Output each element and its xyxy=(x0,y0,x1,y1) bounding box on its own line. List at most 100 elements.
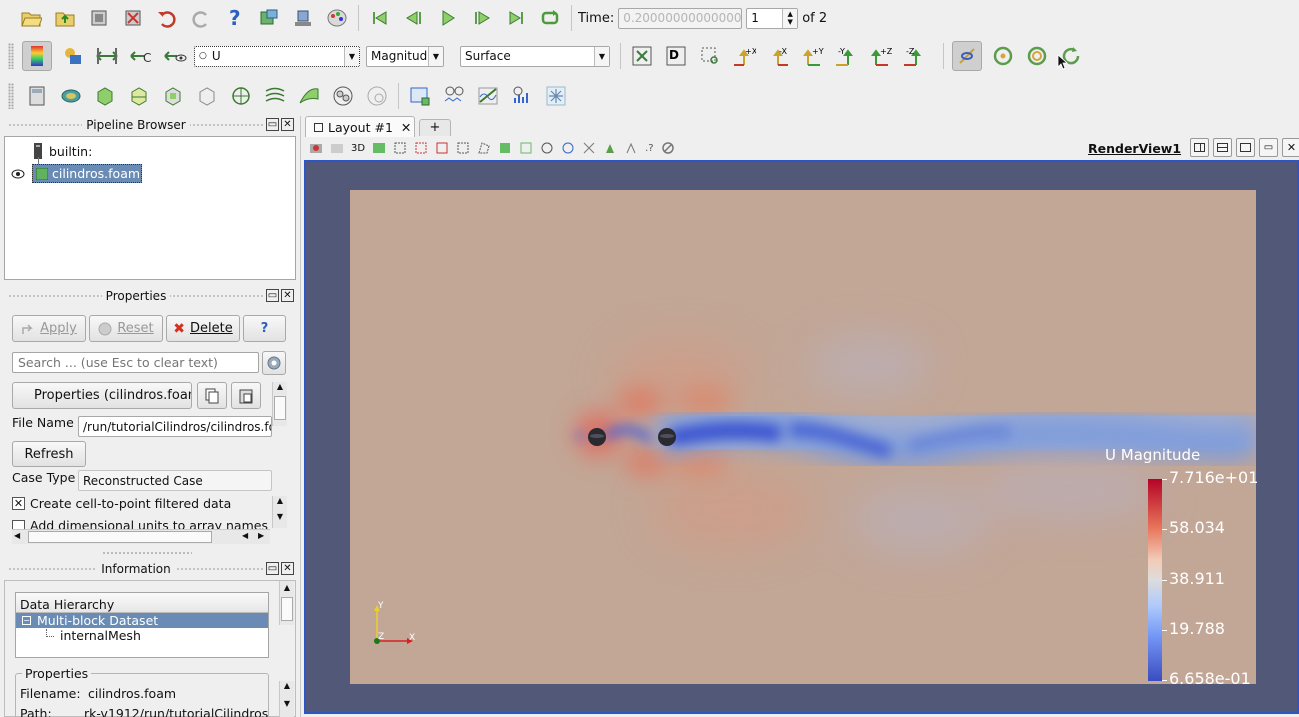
component-select[interactable]: Magnitude ▼ xyxy=(366,45,444,67)
group-datasets-icon[interactable] xyxy=(330,83,356,109)
delete-button[interactable]: ✖ Delete xyxy=(166,315,240,342)
scroll-up-icon[interactable]: ▲ xyxy=(280,583,294,597)
zoom-to-data-icon[interactable]: D xyxy=(663,43,689,69)
stream-tracer-icon[interactable] xyxy=(262,83,288,109)
toggle-colorbar-icon[interactable] xyxy=(22,41,52,71)
close-panel-icon[interactable]: ✕ xyxy=(281,289,294,302)
contour-icon[interactable] xyxy=(58,83,84,109)
copy-properties-icon[interactable] xyxy=(197,382,227,409)
capture-preview-icon[interactable] xyxy=(330,141,344,155)
restore-view-button[interactable]: ▭ xyxy=(1259,138,1278,157)
previous-frame-icon[interactable] xyxy=(401,5,427,31)
palette-icon[interactable] xyxy=(324,5,350,31)
connect-icon[interactable] xyxy=(86,5,112,31)
rescale-range-icon[interactable] xyxy=(94,43,120,69)
apply-button[interactable]: Apply xyxy=(12,315,86,342)
refresh-button[interactable]: Refresh xyxy=(12,441,86,467)
select-cells-through-icon[interactable] xyxy=(435,141,449,155)
toggle-3d-button[interactable]: 3D xyxy=(351,143,365,154)
float-panel-icon[interactable]: ▭ xyxy=(266,289,279,302)
spin-arrows-icon[interactable]: ▲ ▼ xyxy=(782,8,798,28)
view-minus-z-icon[interactable]: -Z xyxy=(901,43,927,69)
float-panel-icon[interactable]: ▭ xyxy=(266,118,279,131)
scroll-right-icon[interactable]: ▶ xyxy=(258,531,264,540)
snowflake-filter-icon[interactable] xyxy=(543,83,569,109)
scroll-up-icon[interactable]: ▲ xyxy=(280,681,294,695)
capture-screenshot-icon[interactable] xyxy=(309,141,323,155)
new-layout-tab-button[interactable]: + xyxy=(419,119,451,136)
warp-by-vector-icon[interactable] xyxy=(296,83,322,109)
properties-scrollbar-lower[interactable]: ▲ ▼ xyxy=(272,496,287,528)
scroll-up-icon[interactable]: ▲ xyxy=(273,496,287,510)
scroll-thumb[interactable] xyxy=(281,597,293,621)
visibility-eye-icon[interactable] xyxy=(11,169,25,179)
hover-points-icon[interactable] xyxy=(540,141,554,155)
select-polygon-icon[interactable] xyxy=(477,141,491,155)
python-shell-icon[interactable] xyxy=(256,5,282,31)
rotation-center-icon[interactable] xyxy=(990,43,1016,69)
time-input[interactable]: 0.2000000000000000 xyxy=(618,7,743,29)
view-plus-x-icon[interactable]: +X xyxy=(731,43,757,69)
h-scroll-thumb[interactable] xyxy=(28,531,212,543)
select-block-icon[interactable] xyxy=(498,141,512,155)
view-plus-z-icon[interactable]: +Z xyxy=(867,43,893,69)
info-properties-scrollbar[interactable]: ▲ ▼ xyxy=(279,681,294,717)
timestep-spinbox[interactable]: 1 ▲ ▼ xyxy=(746,7,799,29)
open-folder-icon[interactable] xyxy=(18,5,44,31)
disconnect-icon[interactable] xyxy=(120,5,146,31)
interactive-select-icon[interactable] xyxy=(519,141,533,155)
glyph-icon[interactable] xyxy=(228,83,254,109)
next-frame-icon[interactable] xyxy=(469,5,495,31)
paste-properties-icon[interactable] xyxy=(231,382,261,409)
calculator-icon[interactable] xyxy=(24,83,50,109)
help-icon[interactable]: ? xyxy=(222,5,248,31)
undo-icon[interactable] xyxy=(154,5,180,31)
query-icon[interactable]: .? xyxy=(645,143,654,154)
select-points-through-icon[interactable] xyxy=(456,141,470,155)
advanced-settings-gear-icon[interactable] xyxy=(262,351,286,375)
view-minus-x-icon[interactable]: -X xyxy=(765,43,791,69)
camera-link-icon[interactable] xyxy=(372,141,386,155)
pipeline-item-cilindros[interactable]: cilindros.foam xyxy=(32,164,142,183)
close-panel-icon[interactable]: ✕ xyxy=(281,118,294,131)
extract-subset-icon[interactable] xyxy=(194,83,220,109)
last-frame-icon[interactable] xyxy=(503,5,529,31)
histogram-icon[interactable] xyxy=(509,83,535,109)
clear-selection-icon[interactable] xyxy=(661,141,675,155)
show-orientation-axes-icon[interactable] xyxy=(952,41,982,71)
scroll-left-icon[interactable]: ◀ xyxy=(242,531,248,540)
find-data-icon[interactable] xyxy=(624,141,638,155)
pipeline-item-builtin[interactable]: builtin: xyxy=(33,143,92,159)
color-array-select[interactable]: ○ U ▼ xyxy=(194,45,360,67)
reset-camera-icon[interactable] xyxy=(629,43,655,69)
view-plus-y-icon[interactable]: +Y xyxy=(799,43,825,69)
shrink-selection-icon[interactable] xyxy=(603,141,617,155)
slice-icon[interactable] xyxy=(126,83,152,109)
loop-icon[interactable] xyxy=(537,5,563,31)
close-panel-icon[interactable]: ✕ xyxy=(281,562,294,575)
view-minus-y-icon[interactable]: -Y xyxy=(833,43,859,69)
threshold-icon[interactable] xyxy=(160,83,186,109)
tab-layout-1[interactable]: Layout #1 ✕ xyxy=(305,116,415,137)
rescale-visible-icon[interactable] xyxy=(162,43,188,69)
properties-h-scrollbar[interactable]: ◀ ◀ ▶ xyxy=(12,529,270,544)
float-panel-icon[interactable]: ▭ xyxy=(266,562,279,575)
close-tab-icon[interactable]: ✕ xyxy=(401,120,411,135)
color-map-editor-icon[interactable] xyxy=(60,43,86,69)
extract-level-icon[interactable] xyxy=(364,83,390,109)
save-state-icon[interactable] xyxy=(52,5,78,31)
chevron-down-icon[interactable]: ▼ xyxy=(428,46,443,66)
collapse-tree-icon[interactable]: − xyxy=(22,616,31,625)
representation-select[interactable]: Surface ▼ xyxy=(460,45,610,67)
chevron-down-icon[interactable]: ▼ xyxy=(344,46,359,66)
plot-over-line-icon[interactable] xyxy=(475,83,501,109)
clip-icon[interactable] xyxy=(92,83,118,109)
rescale-custom-icon[interactable]: C xyxy=(128,43,154,69)
play-icon[interactable] xyxy=(435,5,461,31)
redo-icon[interactable] xyxy=(188,5,214,31)
scroll-up-icon[interactable]: ▲ xyxy=(273,382,287,396)
cell-to-point-checkbox[interactable]: ✕ xyxy=(12,497,25,510)
scroll-thumb[interactable] xyxy=(274,396,286,420)
multiblock-dataset-row[interactable]: − Multi-block Dataset xyxy=(16,613,268,628)
scroll-left-icon[interactable]: ◀ xyxy=(14,531,20,540)
